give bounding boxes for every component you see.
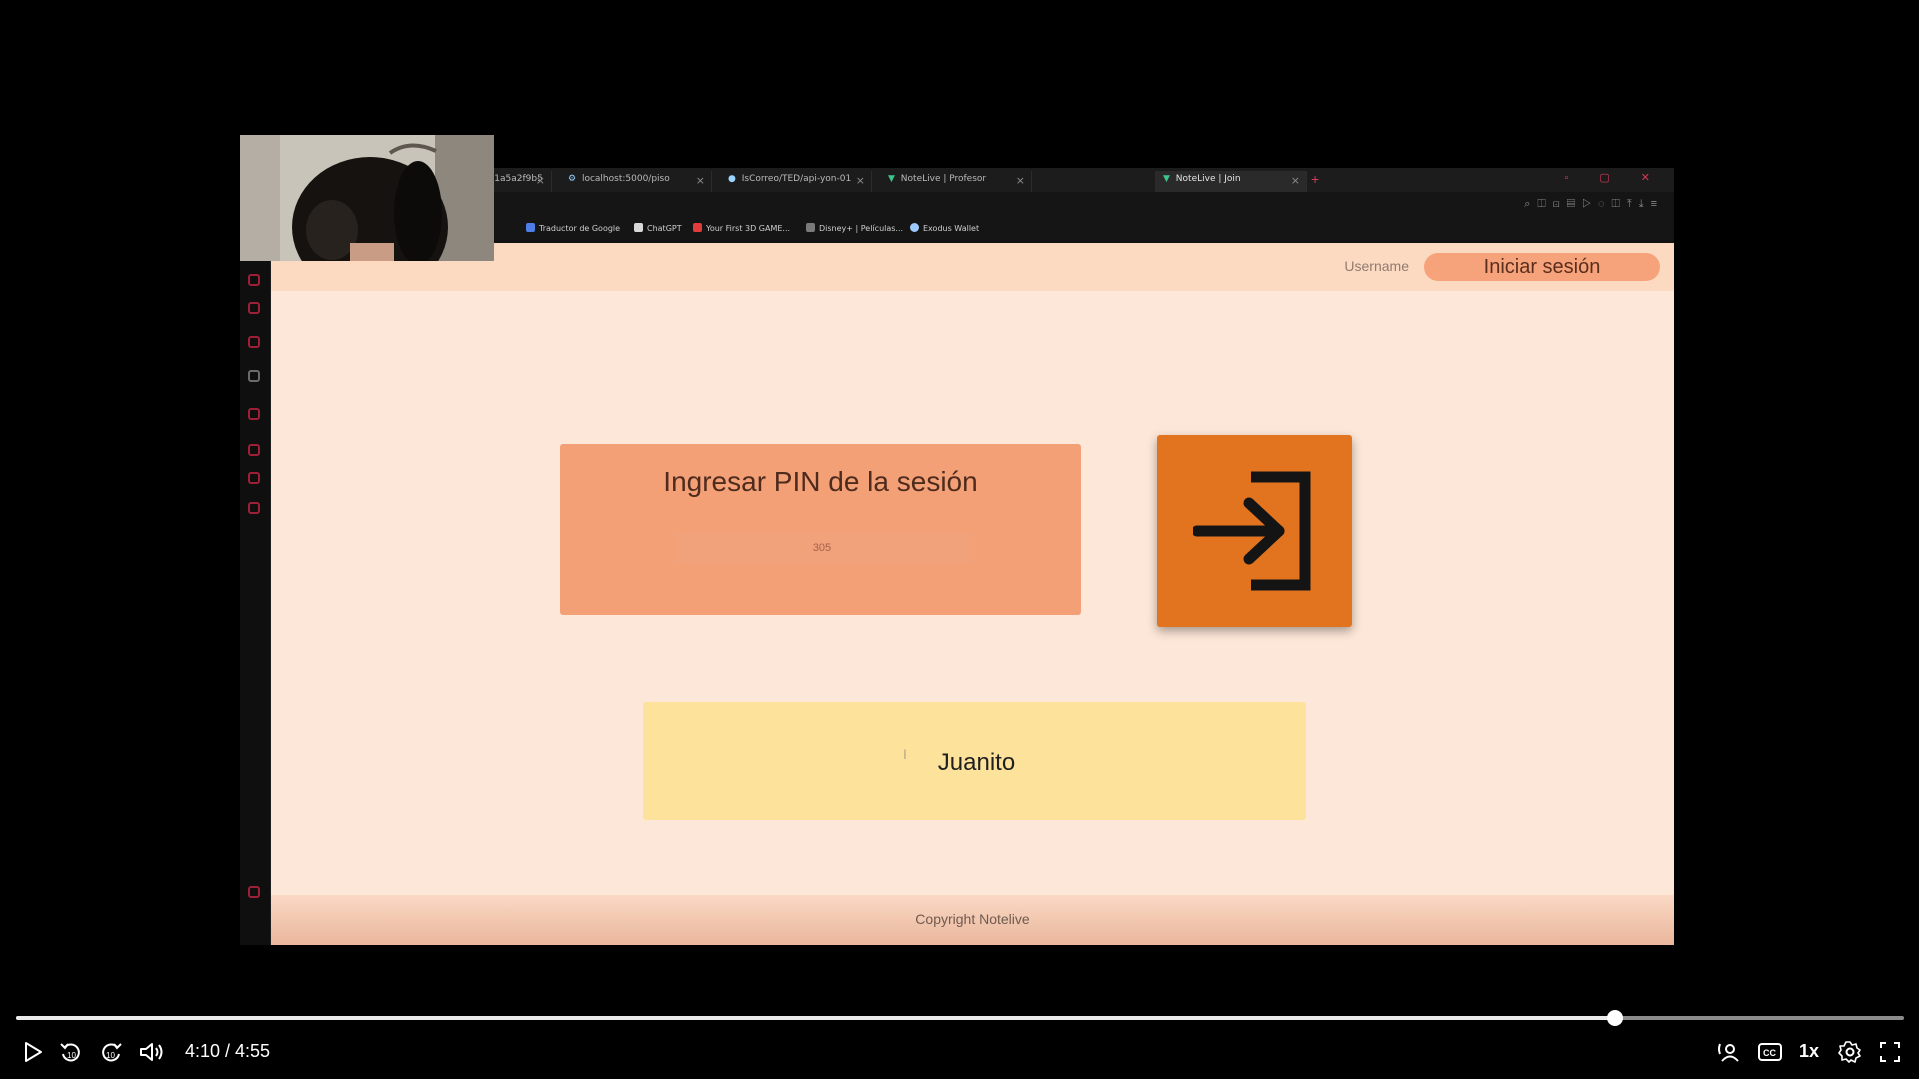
progress-thumb[interactable] xyxy=(1607,1010,1624,1026)
bookmark-item[interactable]: Traductor de Google xyxy=(526,223,620,233)
window-controls[interactable]: ▫ ▢ ✕ xyxy=(1564,171,1664,184)
username-label: Username xyxy=(1344,258,1409,274)
settings-button[interactable] xyxy=(1838,1040,1862,1064)
bookmark-item[interactable]: Disney+ | Películas... xyxy=(806,223,903,233)
tab-title: localhost:5000/piso xyxy=(581,174,670,184)
tab-title: IsCorreo/TED/api-yon-01 xyxy=(741,174,852,184)
sidebar-app-icon[interactable] xyxy=(248,444,260,456)
browser-tab[interactable]: ● IsCorreo/TED/api-yon-01 × xyxy=(720,171,872,192)
sidebar-settings-icon[interactable] xyxy=(248,886,260,898)
progress-bar[interactable] xyxy=(16,1010,1904,1026)
bookmark-favicon xyxy=(910,223,919,232)
pin-title: Ingresar PIN de la sesión xyxy=(663,466,978,497)
closed-captions-icon: CC xyxy=(1758,1043,1782,1061)
bookmark-favicon xyxy=(526,223,535,232)
svg-text:10: 10 xyxy=(106,1051,115,1060)
pin-card: Ingresar PIN de la sesión xyxy=(560,444,1081,615)
github-icon: ● xyxy=(728,174,736,184)
close-icon[interactable]: × xyxy=(1016,174,1025,187)
captions-button[interactable]: CC xyxy=(1757,1040,1783,1064)
bookmark-favicon xyxy=(634,223,643,232)
pin-input[interactable] xyxy=(675,532,969,564)
sidebar-app-icon[interactable] xyxy=(248,302,260,314)
toolbar-icons[interactable]: ⌕◫⊡▤▷◌◫⤒⤓≡ xyxy=(1524,198,1664,211)
join-session-button[interactable] xyxy=(1157,435,1352,627)
browser-window: loud × ▦ 6673717419f9b1a5a2f9b5 × ⚙ loca… xyxy=(240,168,1674,945)
webcam-feed xyxy=(240,135,494,261)
login-button[interactable]: Iniciar sesión xyxy=(1424,253,1660,281)
page-viewport: Username Iniciar sesión Ingresar PIN de … xyxy=(271,243,1674,945)
tab-title: NoteLive | Profesor xyxy=(900,174,987,184)
name-field[interactable]: I xyxy=(643,702,1310,820)
sidebar-app-icon[interactable] xyxy=(248,472,260,484)
browser-tab-active[interactable]: ▼ NoteLive | Join × xyxy=(1155,171,1307,192)
browser-tab[interactable]: ⚙ localhost:5000/piso × xyxy=(560,171,712,192)
vue-icon: ▼ xyxy=(888,174,895,184)
bookmark-label: Your First 3D GAME... xyxy=(706,224,791,233)
bookmark-label: ChatGPT xyxy=(647,224,682,233)
svg-text:CC: CC xyxy=(1763,1048,1776,1058)
webcam-overlay xyxy=(240,135,494,261)
tab-title: NoteLive | Join xyxy=(1175,174,1241,184)
fullscreen-button[interactable] xyxy=(1878,1040,1902,1064)
audio-description-icon xyxy=(1718,1043,1739,1062)
new-tab-icon[interactable]: + xyxy=(1311,171,1319,187)
volume-button[interactable] xyxy=(138,1040,164,1064)
sign-in-icon xyxy=(1193,471,1311,591)
bookmark-label: Disney+ | Películas... xyxy=(819,224,904,233)
bookmark-item[interactable]: ChatGPT xyxy=(634,223,682,233)
play-button[interactable] xyxy=(22,1040,44,1064)
bookmark-favicon xyxy=(806,223,815,232)
sidebar-app-icon[interactable] xyxy=(248,502,260,514)
sidebar-app-icon[interactable] xyxy=(248,336,260,348)
fullscreen-icon xyxy=(1880,1042,1900,1062)
app-footer: Copyright Notelive xyxy=(271,895,1674,945)
play-icon xyxy=(25,1042,42,1062)
forward-10-icon: 10 xyxy=(102,1043,122,1062)
playback-speed-button[interactable]: 1x xyxy=(1799,1041,1819,1062)
close-icon[interactable]: × xyxy=(696,174,705,187)
sidebar-app-icon[interactable] xyxy=(248,274,260,286)
bookmark-item[interactable]: Exodus Wallet xyxy=(910,223,979,233)
gear-icon: ⚙ xyxy=(568,174,577,184)
audio-description-button[interactable] xyxy=(1717,1040,1743,1064)
name-input[interactable] xyxy=(643,742,1310,784)
time-display: 4:10 / 4:55 xyxy=(185,1041,271,1061)
browser-tab[interactable]: ▼ NoteLive | Profesor × xyxy=(880,171,1032,192)
vue-icon: ▼ xyxy=(1163,174,1170,184)
copyright-text: Copyright Notelive xyxy=(915,911,1030,927)
browser-sidebar xyxy=(240,240,271,945)
sidebar-app-icon[interactable] xyxy=(248,408,260,420)
gear-icon xyxy=(1838,1041,1861,1063)
sidebar-app-icon[interactable] xyxy=(248,370,260,382)
forward-10-button[interactable]: 10 xyxy=(99,1040,123,1064)
close-icon[interactable]: × xyxy=(856,174,865,187)
rewind-10-icon: 10 xyxy=(60,1043,80,1062)
bookmark-item[interactable]: Your First 3D GAME... xyxy=(693,223,790,233)
bookmark-label: Exodus Wallet xyxy=(923,224,980,233)
progress-fill xyxy=(16,1016,1616,1020)
bookmark-label: Traductor de Google xyxy=(539,224,621,233)
close-icon[interactable]: × xyxy=(1291,174,1300,187)
svg-text:10: 10 xyxy=(67,1051,76,1060)
bookmark-favicon xyxy=(693,223,702,232)
volume-icon xyxy=(140,1043,163,1061)
close-icon[interactable]: × xyxy=(536,174,545,187)
rewind-10-button[interactable]: 10 xyxy=(59,1040,83,1064)
